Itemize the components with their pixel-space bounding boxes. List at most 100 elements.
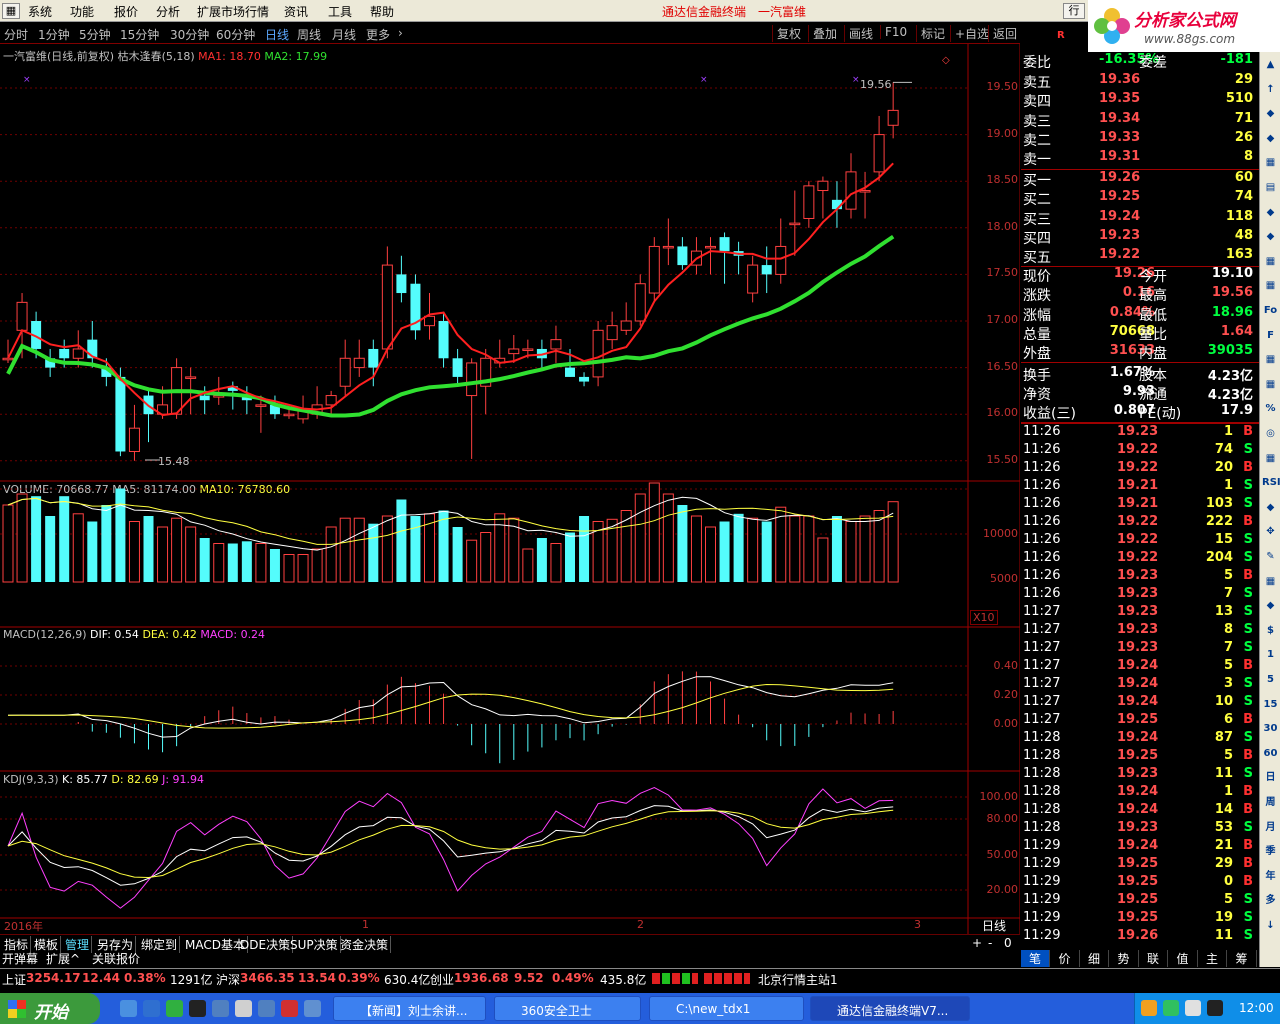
weibi-row[interactable]: 委比 -16.35% 委差 -181: [1021, 52, 1257, 71]
stat-row[interactable]: 涨幅 0.84% 最低 18.96: [1021, 305, 1257, 324]
sidebar-tool-34[interactable]: 多: [1262, 892, 1279, 909]
sell-level-row[interactable]: 卖五 19.36 29: [1021, 72, 1257, 91]
more-chevron-icon[interactable]: ›: [398, 26, 403, 40]
quote-tab-0[interactable]: 笔: [1021, 950, 1050, 967]
menu-item-1[interactable]: 功能: [70, 3, 94, 20]
quote-tab-1[interactable]: 价: [1051, 950, 1080, 967]
explorer-icon[interactable]: [143, 1000, 160, 1017]
buy-level-row[interactable]: 买二 19.25 74: [1021, 189, 1257, 208]
zoom-button-0[interactable]: +: [970, 936, 984, 950]
sidebar-tool-6[interactable]: ◆: [1262, 204, 1279, 221]
sell-level-row[interactable]: 卖三 19.34 71: [1021, 111, 1257, 130]
menu-item-3[interactable]: 分析: [156, 3, 180, 20]
buy-level-row[interactable]: 买四 19.23 48: [1021, 228, 1257, 247]
tray-qq-icon[interactable]: [1207, 1000, 1223, 1016]
menu-item-7[interactable]: 帮助: [370, 3, 394, 20]
indicator-tab-6[interactable]: DDE决策: [238, 936, 294, 953]
period-tab-7[interactable]: 周线: [297, 26, 321, 43]
sidebar-tool-2[interactable]: ◆: [1262, 105, 1279, 122]
sidebar-tool-27[interactable]: 30: [1262, 720, 1279, 737]
sidebar-tool-15[interactable]: ◎: [1262, 425, 1279, 442]
sidebar-tool-24[interactable]: 1: [1262, 646, 1279, 663]
sidebar-tool-8[interactable]: ▦: [1262, 253, 1279, 270]
period-action-3[interactable]: F10: [880, 25, 907, 39]
sell-level-row[interactable]: 卖一 19.31 8: [1021, 149, 1257, 168]
period-action-5[interactable]: +自选: [950, 25, 989, 42]
quote-tab-7[interactable]: 筹: [1228, 950, 1257, 967]
folder-icon[interactable]: [235, 1000, 252, 1017]
sidebar-tool-5[interactable]: ▤: [1262, 179, 1279, 196]
sidebar-tool-13[interactable]: ▦: [1262, 376, 1279, 393]
media-icon[interactable]: [258, 1000, 275, 1017]
period-action-6[interactable]: 返回: [988, 25, 1017, 42]
sell-level-row[interactable]: 卖二 19.33 26: [1021, 130, 1257, 149]
period-tab-2[interactable]: 5分钟: [79, 26, 111, 43]
qq-icon[interactable]: [189, 1000, 206, 1017]
period-tab-1[interactable]: 1分钟: [38, 26, 70, 43]
bottom-action-1[interactable]: 扩展^: [46, 950, 80, 966]
stat-row[interactable]: 收益(三) 0.807 PE(动) 17.9: [1021, 403, 1257, 422]
sidebar-tool-12[interactable]: ▦: [1262, 351, 1279, 368]
tray-icon-2[interactable]: [1163, 1000, 1179, 1016]
sidebar-tool-22[interactable]: ◆: [1262, 597, 1279, 614]
menu-item-5[interactable]: 资讯: [284, 3, 308, 20]
period-tab-5[interactable]: 60分钟: [216, 26, 255, 43]
task-tdx[interactable]: 通达信金融终端V7...: [810, 996, 970, 1021]
buy-level-row[interactable]: 买三 19.24 118: [1021, 209, 1257, 228]
tray-icon-3[interactable]: [1185, 1000, 1201, 1016]
bottom-action-0[interactable]: 开弹幕: [2, 950, 38, 966]
sidebar-tool-3[interactable]: ◆: [1262, 130, 1279, 147]
period-action-4[interactable]: 标记: [916, 25, 945, 42]
stat-row[interactable]: 外盘 31633 内盘 39035: [1021, 343, 1257, 362]
period-tab-3[interactable]: 15分钟: [120, 26, 159, 43]
task-news[interactable]: 【新闻】刘士余讲...: [333, 996, 486, 1021]
stat-row[interactable]: 净资 9.93 流通 4.23亿: [1021, 384, 1257, 403]
sidebar-tool-0[interactable]: ▲: [1262, 56, 1279, 73]
server-name[interactable]: 北京行情主站1: [758, 971, 838, 988]
sidebar-tool-17[interactable]: RSI: [1262, 474, 1280, 491]
sidebar-tool-18[interactable]: ◆: [1262, 499, 1279, 516]
quote-tab-6[interactable]: 主: [1198, 950, 1227, 967]
stat-row[interactable]: 涨跌 0.16 最高 19.56: [1021, 285, 1257, 304]
tray-icon-1[interactable]: [1141, 1000, 1157, 1016]
desktop-icon[interactable]: [304, 1000, 321, 1017]
task-folder[interactable]: C:\new_tdx1: [649, 996, 804, 1021]
sell-level-row[interactable]: 卖四 19.35 510: [1021, 91, 1257, 110]
period-tab-6[interactable]: 日线: [265, 26, 289, 43]
hang-button[interactable]: 行: [1063, 3, 1085, 19]
period-tab-0[interactable]: 分时: [4, 26, 28, 43]
sidebar-tool-16[interactable]: ▦: [1262, 450, 1279, 467]
browser-icon[interactable]: [166, 1000, 183, 1017]
menu-item-4[interactable]: 扩展市场行情: [197, 3, 269, 20]
sidebar-tool-7[interactable]: ◆: [1262, 228, 1279, 245]
ie-icon[interactable]: [120, 1000, 137, 1017]
zoom-button-2[interactable]: 0: [1002, 936, 1014, 950]
buy-level-row[interactable]: 买五 19.22 163: [1021, 247, 1257, 266]
indicator-tab-4[interactable]: 绑定到: [139, 936, 181, 953]
period-action-1[interactable]: 叠加: [808, 25, 837, 42]
sidebar-tool-14[interactable]: %: [1262, 400, 1279, 417]
sidebar-tool-11[interactable]: F: [1262, 327, 1279, 344]
sidebar-tool-19[interactable]: ✥: [1262, 523, 1279, 540]
menu-item-2[interactable]: 报价: [114, 3, 138, 20]
sidebar-tool-25[interactable]: 5: [1262, 671, 1279, 688]
stat-row[interactable]: 现价 19.26 今开 19.10: [1021, 266, 1257, 285]
indicator-tab-7[interactable]: SUP决策: [288, 936, 341, 953]
sidebar-tool-31[interactable]: 月: [1262, 819, 1279, 836]
menu-item-6[interactable]: 工具: [328, 3, 352, 20]
period-tab-9[interactable]: 更多: [366, 26, 390, 43]
sidebar-tool-21[interactable]: ▦: [1262, 573, 1279, 590]
task-360[interactable]: 360安全卫士: [494, 996, 641, 1021]
kline-chart[interactable]: × × × ◇: [0, 44, 1020, 934]
sidebar-tool-29[interactable]: 日: [1262, 769, 1279, 786]
sidebar-tool-20[interactable]: ✎: [1262, 548, 1279, 565]
system-menu-icon[interactable]: ▦: [2, 3, 20, 19]
sidebar-tool-33[interactable]: 年: [1262, 868, 1279, 885]
stat-row[interactable]: 换手 1.67% 股本 4.23亿: [1021, 365, 1257, 384]
stat-row[interactable]: 总量 70668 量比 1.64: [1021, 324, 1257, 343]
period-tab-4[interactable]: 30分钟: [170, 26, 209, 43]
sidebar-tool-26[interactable]: 15: [1262, 696, 1279, 713]
sidebar-tool-1[interactable]: ↑: [1262, 81, 1279, 98]
sidebar-tool-28[interactable]: 60: [1262, 745, 1279, 762]
quote-tab-3[interactable]: 势: [1110, 950, 1139, 967]
